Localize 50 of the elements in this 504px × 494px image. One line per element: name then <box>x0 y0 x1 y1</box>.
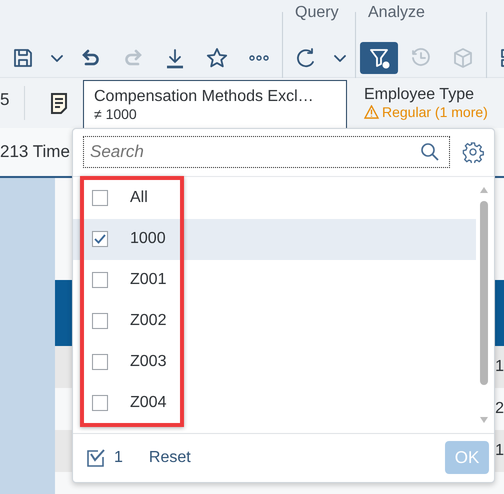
filter-value: ≠ 1000 <box>94 106 138 122</box>
caret-icon <box>334 54 346 62</box>
option-label: Z003 <box>130 353 166 372</box>
option-label: Z002 <box>130 312 166 330</box>
option-label: Z004 <box>130 394 166 412</box>
checkbox[interactable] <box>92 190 108 206</box>
selected-count: 1 <box>114 448 123 467</box>
checkbox[interactable] <box>92 395 108 412</box>
toolbar-text: 5 <box>0 86 25 120</box>
filter-title: Compensation Methods Excl… <box>94 88 315 106</box>
more-icon <box>249 55 269 61</box>
clock-icon <box>410 47 432 69</box>
option-label: 1000 <box>130 230 166 248</box>
download-icon <box>164 47 186 69</box>
list-option[interactable]: Z001 <box>73 260 476 301</box>
checkbox[interactable] <box>92 313 108 330</box>
caret-icon <box>51 54 63 62</box>
filter-chip[interactable]: Employee Type Regular (1 more) <box>353 78 499 128</box>
reset-button[interactable]: Reset <box>144 444 195 471</box>
list-option[interactable]: Z003 <box>73 342 476 383</box>
checkbox[interactable] <box>92 231 108 248</box>
tab-label: 213 Time <box>0 142 70 162</box>
list-option[interactable]: All <box>73 178 476 219</box>
star-icon <box>206 47 228 69</box>
filter-button[interactable] <box>360 42 398 74</box>
warning-icon <box>364 105 379 119</box>
checkbox-tick-icon <box>86 448 106 468</box>
filter-value: Regular (1 more) <box>364 104 488 120</box>
table-cell: 2 <box>495 400 504 418</box>
list-option[interactable]: Z002 <box>73 300 476 342</box>
document-icon[interactable] <box>50 92 68 114</box>
list-option[interactable]: 1000 <box>73 218 476 260</box>
checkbox[interactable] <box>92 272 108 288</box>
option-label: All <box>130 189 148 208</box>
option-label: Z001 <box>130 271 166 290</box>
scrollbar[interactable] <box>479 184 489 425</box>
filter-title: Employee Type <box>364 86 475 104</box>
search-field[interactable]: Search <box>83 136 450 168</box>
filter-chip[interactable]: Compensation Methods Excl… ≠ 1000 <box>83 80 347 128</box>
table-cell: 1 <box>495 442 504 460</box>
settings-icon[interactable] <box>462 141 484 164</box>
cube-icon <box>452 47 474 69</box>
table-cell: 1 <box>495 358 504 376</box>
checkbox[interactable] <box>92 354 108 370</box>
filter-icon <box>368 47 390 69</box>
list-option[interactable]: Z004 <box>73 382 476 424</box>
group-label: Analyze <box>367 3 426 23</box>
group-label: Query <box>294 3 340 23</box>
refresh-icon <box>295 47 317 69</box>
search-icon[interactable] <box>420 142 440 162</box>
